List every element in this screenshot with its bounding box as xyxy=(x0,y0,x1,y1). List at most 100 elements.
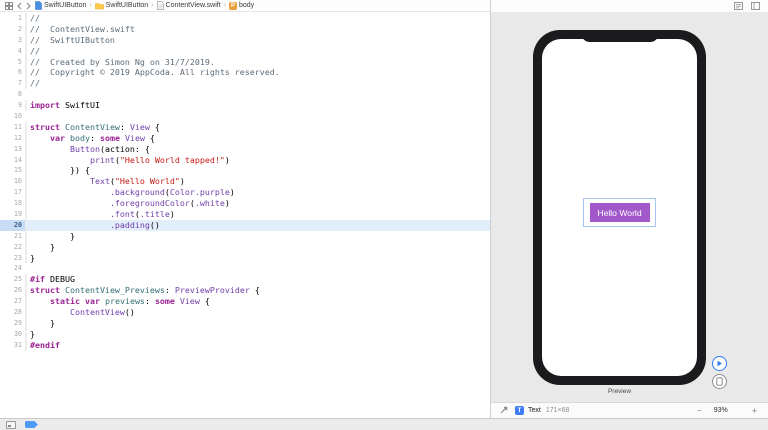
code-line[interactable]: 14 print("Hello World tapped!") xyxy=(0,155,490,166)
line-number[interactable]: 1 xyxy=(0,13,25,24)
code-text[interactable]: struct ContentView_Previews: PreviewProv… xyxy=(30,285,260,296)
code-text[interactable]: .font(.title) xyxy=(30,209,175,220)
code-line[interactable]: 13 Button(action: { xyxy=(0,144,490,155)
code-text[interactable]: } xyxy=(30,253,35,264)
code-line[interactable]: 6 // Copyright © 2019 AppCoda. All rights… xyxy=(0,67,490,78)
code-text[interactable]: // Created by Simon Ng on 31/7/2019. xyxy=(30,57,215,68)
line-number[interactable]: 12 xyxy=(0,133,25,144)
line-number[interactable]: 25 xyxy=(0,274,25,285)
code-line[interactable]: 19 .font(.title) xyxy=(0,209,490,220)
code-line[interactable]: 30} xyxy=(0,329,490,340)
code-text[interactable]: #if DEBUG xyxy=(30,274,75,285)
code-text[interactable]: .background(Color.purple) xyxy=(30,187,235,198)
line-number[interactable]: 31 xyxy=(0,340,25,351)
selected-view-padding-box[interactable]: Hello World xyxy=(583,198,656,227)
zoom-in-button[interactable]: + xyxy=(752,406,757,416)
code-line[interactable]: 5 // Created by Simon Ng on 31/7/2019. xyxy=(0,57,490,68)
code-line[interactable]: 15 }) { xyxy=(0,165,490,176)
line-number[interactable]: 5 xyxy=(0,57,25,68)
forward-button[interactable] xyxy=(26,2,31,10)
hello-world-button[interactable]: Hello World xyxy=(590,203,650,222)
line-number[interactable]: 11 xyxy=(0,122,25,133)
line-number[interactable]: 21 xyxy=(0,231,25,242)
code-text[interactable]: }) { xyxy=(30,165,90,176)
code-line[interactable]: 4 // xyxy=(0,46,490,57)
line-number[interactable]: 19 xyxy=(0,209,25,220)
code-text[interactable]: Text("Hello World") xyxy=(30,176,185,187)
code-line[interactable]: 24 xyxy=(0,263,490,274)
code-text[interactable]: } xyxy=(30,329,35,340)
code-text[interactable]: // Copyright © 2019 AppCoda. All rights … xyxy=(30,67,280,78)
zoom-level[interactable]: 93% xyxy=(714,407,728,414)
line-number[interactable]: 8 xyxy=(0,89,25,100)
code-line[interactable]: 16 Text("Hello World") xyxy=(0,176,490,187)
code-text[interactable]: var body: some View { xyxy=(30,133,155,144)
breadcrumb-folder[interactable]: › SwiftUIButton xyxy=(86,2,148,10)
code-text[interactable]: // xyxy=(30,13,40,24)
code-line[interactable]: 2 // ContentView.swift xyxy=(0,24,490,35)
source-editor[interactable]: 1 // 2 // ContentView.swift 3 // SwiftUIButto… xyxy=(0,12,490,418)
code-line[interactable]: 7 // xyxy=(0,78,490,89)
line-number[interactable]: 3 xyxy=(0,35,25,46)
code-line[interactable]: 26 struct ContentView_Previews: PreviewPr… xyxy=(0,285,490,296)
code-line[interactable]: 25 #if DEBUG xyxy=(0,274,490,285)
code-text[interactable]: ContentView() xyxy=(30,307,135,318)
code-text[interactable]: struct ContentView: View { xyxy=(30,122,160,133)
line-number[interactable]: 18 xyxy=(0,198,25,209)
code-text[interactable]: .foregroundColor(.white) xyxy=(30,198,230,209)
breakpoint-icon[interactable] xyxy=(25,421,38,428)
line-number[interactable]: 10 xyxy=(0,111,25,122)
line-number[interactable]: 13 xyxy=(0,144,25,155)
line-number[interactable]: 30 xyxy=(0,329,25,340)
code-line[interactable]: 10 xyxy=(0,111,490,122)
line-number[interactable]: 23 xyxy=(0,253,25,264)
line-number[interactable]: 24 xyxy=(0,263,25,274)
code-line[interactable]: 18 .foregroundColor(.white) xyxy=(0,198,490,209)
code-text[interactable]: Button(action: { xyxy=(30,144,150,155)
selection-type-label[interactable]: Text xyxy=(528,407,541,414)
code-line[interactable]: 29 } xyxy=(0,318,490,329)
code-text[interactable]: // ContentView.swift xyxy=(30,24,135,35)
code-line[interactable]: 21 } xyxy=(0,231,490,242)
code-line[interactable]: 1 // xyxy=(0,13,490,24)
line-number[interactable]: 27 xyxy=(0,296,25,307)
pin-icon[interactable] xyxy=(500,405,509,416)
code-text[interactable]: // xyxy=(30,46,40,57)
breadcrumb-project[interactable]: SwiftUIButton xyxy=(35,1,86,10)
code-line[interactable]: 8 xyxy=(0,89,490,100)
line-number[interactable]: 16 xyxy=(0,176,25,187)
code-line[interactable]: 31 #endif xyxy=(0,340,490,351)
line-number[interactable]: 29 xyxy=(0,318,25,329)
code-text[interactable]: #endif xyxy=(30,340,60,351)
code-text[interactable]: import SwiftUI xyxy=(30,100,100,111)
code-line[interactable]: 12 var body: some View { xyxy=(0,133,490,144)
line-number[interactable]: 4 xyxy=(0,46,25,57)
code-text[interactable]: } xyxy=(30,318,55,329)
code-line[interactable]: 3 // SwiftUIButton xyxy=(0,35,490,46)
line-number[interactable]: 7 xyxy=(0,78,25,89)
code-line[interactable]: 28 ContentView() xyxy=(0,307,490,318)
line-number[interactable]: 6 xyxy=(0,67,25,78)
code-text[interactable]: // SwiftUIButton xyxy=(30,35,115,46)
code-line[interactable]: 9 import SwiftUI xyxy=(0,100,490,111)
line-number[interactable]: 15 xyxy=(0,165,25,176)
preview-on-device-button[interactable] xyxy=(712,374,727,389)
line-number[interactable]: 17 xyxy=(0,187,25,198)
related-items-icon[interactable] xyxy=(5,2,13,10)
breadcrumb-symbol[interactable]: › P body xyxy=(221,2,255,10)
editor-only-icon[interactable] xyxy=(6,421,16,429)
code-text[interactable]: // xyxy=(30,78,40,89)
code-line[interactable]: 22 } xyxy=(0,242,490,253)
line-number[interactable]: 22 xyxy=(0,242,25,253)
code-text[interactable]: static var previews: some View { xyxy=(30,296,210,307)
code-line[interactable]: 17 .background(Color.purple) xyxy=(0,187,490,198)
code-text[interactable]: } xyxy=(30,242,55,253)
line-number[interactable]: 9 xyxy=(0,100,25,111)
line-number[interactable]: 14 xyxy=(0,155,25,166)
line-number[interactable]: 2 xyxy=(0,24,25,35)
code-line[interactable]: 11 struct ContentView: View { xyxy=(0,122,490,133)
breadcrumb-file[interactable]: › ContentView.swift xyxy=(148,1,220,10)
live-preview-button[interactable] xyxy=(712,356,727,371)
line-number[interactable]: 26 xyxy=(0,285,25,296)
code-text[interactable]: .padding() xyxy=(30,220,160,231)
